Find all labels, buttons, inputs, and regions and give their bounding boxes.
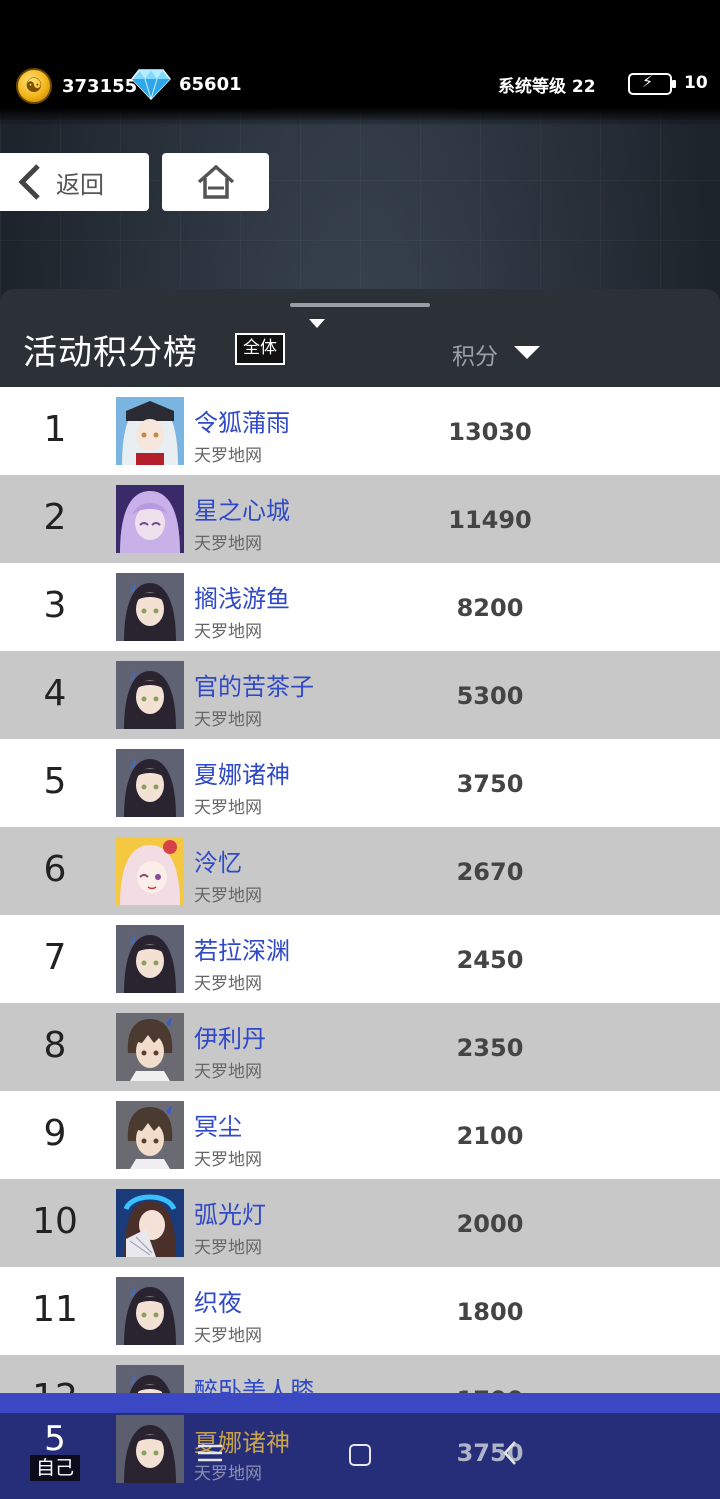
player-score: 2000 (456, 1210, 524, 1238)
player-score: 2450 (456, 946, 524, 974)
coin-counter: 373155 (16, 68, 137, 104)
nav-home-icon[interactable] (349, 1444, 371, 1466)
row-rank: 8 (43, 1025, 67, 1066)
leaderboard-row[interactable]: 8 伊利丹天罗地网 2350 (0, 1003, 720, 1091)
leaderboard-row[interactable]: 9 冥尘天罗地网 2100 (0, 1091, 720, 1179)
back-label: 返回 (56, 170, 104, 199)
row-rank: 1 (43, 409, 67, 450)
player-guild: 天罗地网 (194, 1326, 262, 1346)
player-name[interactable]: 令狐蒲雨 (194, 403, 290, 438)
player-guild: 天罗地网 (194, 798, 262, 818)
panel-title: 活动积分榜 (23, 333, 198, 373)
row-rank: 2 (43, 497, 67, 538)
home-button[interactable] (162, 153, 269, 211)
player-score: 3750 (456, 770, 524, 798)
player-guild: 天罗地网 (194, 534, 262, 554)
player-avatar[interactable] (116, 1189, 184, 1257)
row-rank: 4 (43, 673, 67, 714)
menu-icon[interactable] (197, 1444, 223, 1462)
player-name[interactable]: 若拉深渊 (194, 931, 290, 966)
player-score: 2670 (456, 858, 524, 886)
energy-battery-icon: ⚡ (628, 72, 676, 95)
player-name[interactable]: 夏娜诸神 (194, 755, 290, 790)
system-level: 系统等级 22 (498, 77, 596, 97)
row-rank: 5 (43, 761, 67, 802)
leaderboard-row[interactable]: 11 织夜天罗地网 1800 (0, 1267, 720, 1355)
player-guild: 天罗地网 (194, 1150, 262, 1170)
row-rank: 9 (43, 1113, 67, 1154)
leaderboard-row[interactable]: 6 泠忆天罗地网 2670 (0, 827, 720, 915)
score-column-header[interactable]: 积分 (452, 337, 498, 371)
player-score: 5300 (456, 682, 524, 710)
player-avatar[interactable] (116, 837, 184, 905)
player-score: 11490 (448, 506, 532, 534)
row-rank: 6 (43, 849, 67, 890)
coin-icon (16, 68, 52, 104)
player-name[interactable]: 星之心城 (194, 491, 290, 526)
leaderboard-row[interactable]: 3 搁浅游鱼天罗地网 8200 (0, 563, 720, 651)
player-avatar[interactable] (116, 925, 184, 993)
chevron-left-icon (18, 164, 40, 200)
player-guild: 天罗地网 (194, 886, 262, 906)
row-rank: 11 (32, 1289, 78, 1330)
leaderboard-row[interactable]: 5 夏娜诸神天罗地网 3750 (0, 739, 720, 827)
leaderboard-row[interactable]: 1 令狐蒲雨天罗地网 13030 (0, 387, 720, 475)
player-score: 8200 (456, 594, 524, 622)
leaderboard-row[interactable]: 4 官的苦茶子天罗地网 5300 (0, 651, 720, 739)
top-resource-bar: 373155 65601 系统等级 22 ⚡ 10 (0, 0, 720, 126)
player-guild: 天罗地网 (194, 710, 262, 730)
player-guild: 天罗地网 (194, 446, 262, 466)
energy-value: 10 (684, 73, 708, 93)
row-rank: 3 (43, 585, 67, 626)
player-avatar[interactable] (116, 485, 184, 553)
drag-handle[interactable] (290, 303, 430, 307)
home-icon (197, 164, 234, 199)
player-guild: 天罗地网 (194, 1062, 262, 1082)
diamond-counter: 65601 (131, 68, 242, 100)
player-avatar[interactable] (116, 1013, 184, 1081)
row-rank: 10 (32, 1201, 78, 1242)
player-avatar[interactable] (116, 749, 184, 817)
scope-caret-icon (309, 319, 325, 328)
diamond-icon (131, 69, 171, 100)
player-name[interactable]: 官的苦茶子 (194, 667, 314, 702)
coin-value: 373155 (62, 75, 138, 97)
player-guild: 天罗地网 (194, 1238, 262, 1258)
scope-all-tab[interactable]: 全体 (237, 335, 283, 363)
player-avatar[interactable] (116, 397, 184, 465)
player-name[interactable]: 织夜 (194, 1283, 242, 1318)
leaderboard-row[interactable]: 10 弧光灯天罗地网 2000 (0, 1179, 720, 1267)
nav-back-icon[interactable] (500, 1440, 520, 1466)
player-score: 2100 (456, 1122, 524, 1150)
system-nav-bar (0, 1400, 720, 1499)
sort-caret-icon[interactable] (514, 346, 540, 359)
diamond-value: 65601 (179, 73, 242, 95)
player-avatar[interactable] (116, 661, 184, 729)
player-name[interactable]: 伊利丹 (194, 1019, 266, 1054)
player-score: 2350 (456, 1034, 524, 1062)
player-name[interactable]: 冥尘 (194, 1107, 242, 1142)
player-avatar[interactable] (116, 573, 184, 641)
row-rank: 7 (43, 937, 67, 978)
player-name[interactable]: 泠忆 (194, 843, 242, 878)
scope-toggle[interactable]: 全体 公会 (235, 333, 460, 434)
back-button[interactable]: 返回 (0, 153, 149, 211)
leaderboard-row[interactable]: 2 星之心城天罗地网 11490 (0, 475, 720, 563)
ranking-list: 1 令狐蒲雨 天罗地网 13030 2 星之心城 天罗地网 11490 3 搁浅游鱼 天罗地网 820… (0, 387, 720, 1443)
player-score: 1800 (456, 1298, 524, 1326)
player-name[interactable]: 弧光灯 (194, 1195, 266, 1230)
player-avatar[interactable] (116, 1277, 184, 1345)
player-score: 13030 (448, 418, 532, 446)
player-avatar[interactable] (116, 1101, 184, 1169)
player-guild: 天罗地网 (194, 974, 262, 994)
leaderboard-row[interactable]: 7 若拉深渊天罗地网 2450 (0, 915, 720, 1003)
player-guild: 天罗地网 (194, 622, 262, 642)
player-name[interactable]: 搁浅游鱼 (194, 579, 290, 614)
